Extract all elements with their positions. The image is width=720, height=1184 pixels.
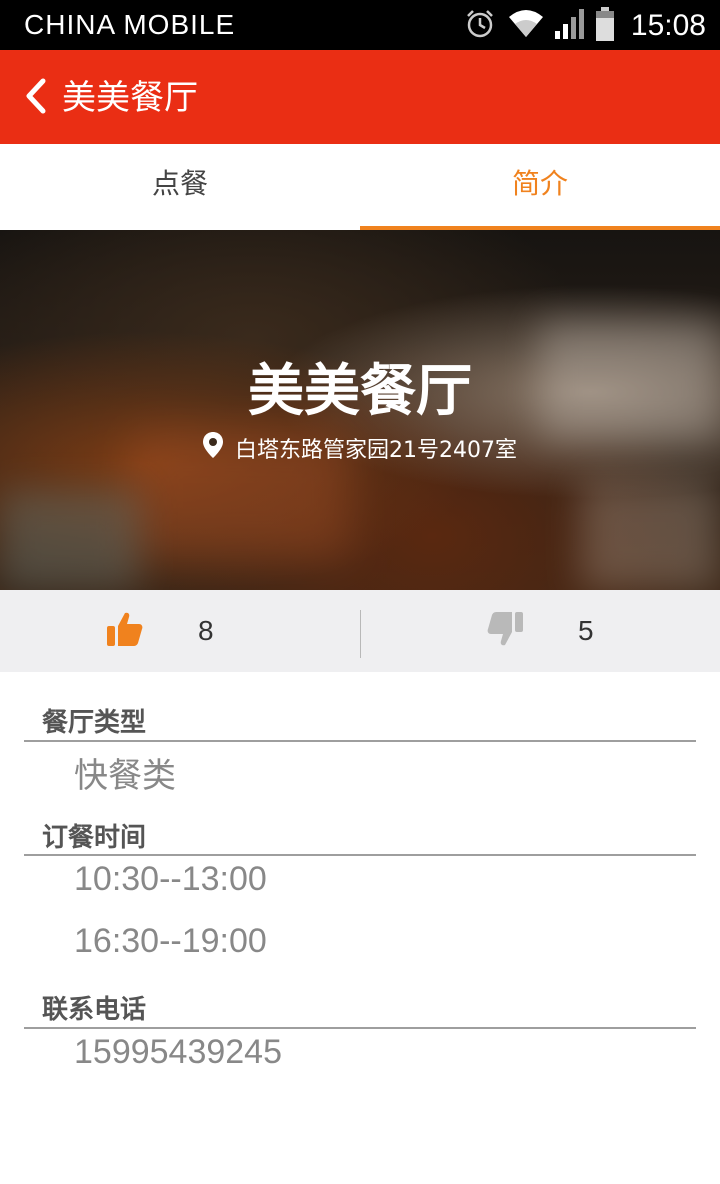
divider [24,854,696,856]
address-text: 白塔东路管家园21号2407室 [235,438,517,463]
battery-icon [595,6,615,46]
status-icons: 15:08 [463,6,706,46]
vote-divider [360,610,361,658]
dislike-count: 5 [578,615,594,646]
location-pin-icon [203,432,223,464]
divider [24,1027,696,1029]
dislike-button[interactable]: 5 [486,590,594,672]
like-button[interactable]: 8 [106,590,214,672]
wifi-icon [507,7,545,45]
restaurant-name: 美美餐厅 [248,359,472,424]
type-label: 餐厅类型 [42,708,147,738]
status-bar: CHINA MOBILE 15:08 [0,0,720,50]
tab-bar: 点餐 简介 [0,144,720,231]
hours-label: 订餐时间 [42,823,147,853]
like-count: 8 [198,615,214,646]
title-bar: 美美餐厅 [0,50,720,144]
hours-value-lunch: 10:30--13:00 [74,860,267,898]
carrier-name: CHINA MOBILE [24,9,236,40]
phone-value[interactable]: 15995439245 [74,1033,282,1072]
type-value: 快餐类 [74,757,176,795]
restaurant-banner: 美美餐厅 白塔东路管家园21号2407室 [0,230,720,590]
thumbs-up-icon [106,611,144,651]
tab-order[interactable]: 点餐 [0,144,360,230]
restaurant-address: 白塔东路管家园21号2407室 [0,432,720,464]
back-button[interactable] [18,75,54,121]
thumbs-down-icon [486,611,524,651]
chevron-left-icon [24,77,48,119]
clock-time: 15:08 [630,9,706,42]
page-title: 美美餐厅 [62,78,198,118]
divider [24,740,696,742]
hours-value-dinner: 16:30--19:00 [74,922,267,960]
phone-label: 联系电话 [42,995,147,1025]
tab-intro[interactable]: 简介 [360,144,720,230]
signal-icon [554,7,585,45]
alarm-icon [463,7,497,45]
rating-bar: 8 5 [0,590,720,672]
